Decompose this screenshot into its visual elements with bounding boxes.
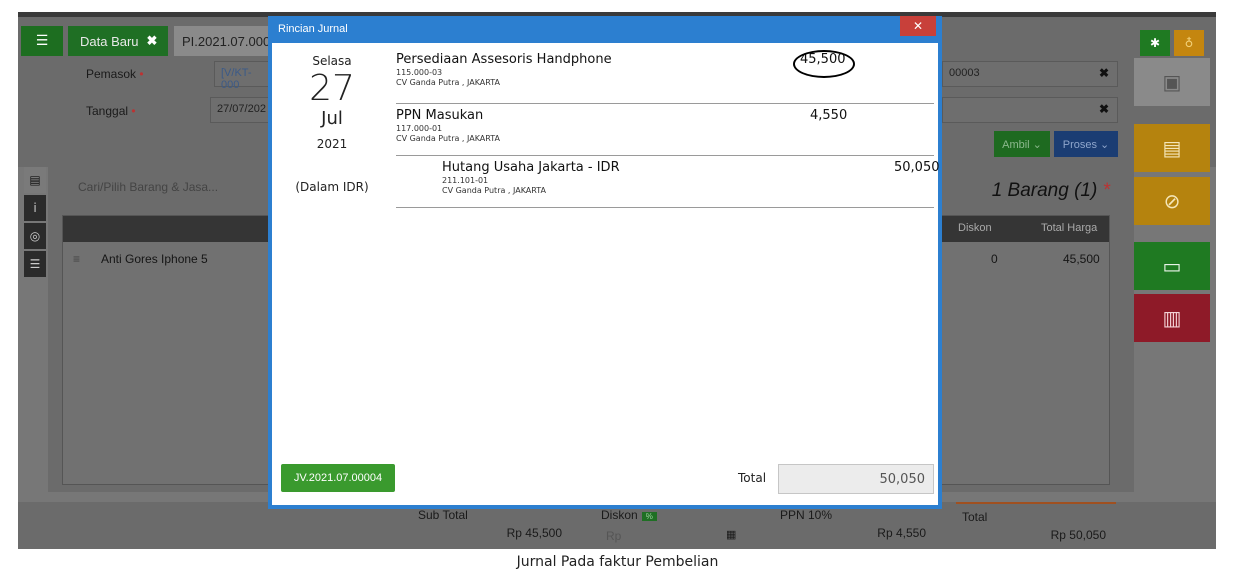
row-total: 45,500 — [1063, 252, 1100, 266]
tab-data-baru-label: Data Baru — [80, 33, 139, 49]
info-icon[interactable]: i — [24, 195, 46, 221]
entry-debit: 4,550 — [810, 108, 848, 123]
total-label: Total — [962, 510, 988, 524]
total-value: Rp 50,050 — [1050, 528, 1106, 542]
app-window: ☰ Data Baru ✖ PI.2021.07.000 ✱ ♁ Pemasok… — [18, 12, 1216, 549]
date-month: Jul — [321, 108, 343, 129]
clear-field-icon[interactable]: ✖ — [1099, 66, 1109, 80]
col-diskon: Diskon — [958, 222, 992, 234]
entry-code: 211.101-01 — [442, 176, 489, 185]
currency-note: (Dalam IDR) — [295, 180, 369, 194]
entry-code: 117.000-01 — [396, 124, 443, 133]
diskon-label: Diskon% — [601, 508, 657, 522]
lightbulb-icon[interactable]: ♁ — [1174, 30, 1204, 56]
ppn-label: PPN 10% — [780, 508, 833, 522]
modal-title: Rincian Jurnal — [278, 23, 348, 35]
journal-date: Selasa 27 Jul 2021 — [272, 54, 392, 151]
entry-credit: 50,050 — [894, 160, 940, 175]
entry-party: CV Ganda Putra , JAKARTA — [442, 186, 546, 195]
side-tab-strip: ▤ i ◎ ☰ — [24, 167, 46, 279]
row-diskon: 0 — [991, 252, 998, 266]
subtotal-label: Sub Total — [418, 508, 468, 522]
row-item-name: Anti Gores Iphone 5 — [101, 252, 208, 266]
print-icon[interactable]: ▤ — [1134, 124, 1210, 172]
tanggal-label: Tanggal • — [86, 104, 136, 118]
right-reference-field[interactable]: 00003 ✖ — [942, 61, 1118, 87]
save-floppy-icon[interactable]: ▣ — [1134, 58, 1210, 106]
pemasok-field[interactable]: [V/KT-000 — [214, 61, 274, 91]
rincian-jurnal-modal: Rincian Jurnal ✕ Selasa 27 Jul 2021 (Dal… — [268, 16, 942, 509]
subtotal-value: Rp 45,500 — [506, 526, 562, 540]
right-secondary-field[interactable]: ✖ — [942, 97, 1118, 123]
total-column: Total Rp 50,050 — [956, 502, 1116, 549]
tab-close-icon[interactable]: ✖ — [147, 33, 158, 49]
figure-caption: Jurnal Pada faktur Pembelian — [516, 554, 719, 570]
clear-field-icon[interactable]: ✖ — [1099, 102, 1109, 116]
detail-list-icon[interactable]: ▤ — [24, 167, 46, 193]
briefcase-icon[interactable]: ▭ — [1134, 242, 1210, 290]
tab-document-label: PI.2021.07.000 — [182, 33, 271, 49]
journal-entry: Hutang Usaha Jakarta - IDR 211.101-01 CV… — [396, 156, 940, 208]
checklist-icon[interactable]: ☰ — [24, 251, 46, 277]
entry-account: PPN Masukan — [396, 108, 484, 123]
tab-data-baru[interactable]: Data Baru ✖ — [68, 26, 168, 56]
date-day-name: Selasa — [312, 54, 352, 68]
diskon-percent-badge[interactable]: % — [641, 512, 657, 521]
menu-list-icon[interactable]: ☰ — [21, 26, 63, 56]
entry-account: Hutang Usaha Jakarta - IDR — [442, 160, 620, 175]
summary-footer: Sub Total Rp 45,500 Diskon% Rp ▦ PPN 10%… — [18, 502, 1216, 549]
tab-document[interactable]: PI.2021.07.000 — [174, 26, 274, 56]
item-count: 1 Barang (1) * — [991, 180, 1110, 201]
pemasok-label: Pemasok • — [86, 67, 144, 81]
diskon-input[interactable]: Rp — [606, 529, 621, 543]
calculator-icon[interactable]: ▦ — [726, 528, 736, 541]
modal-total-label: Total — [738, 471, 767, 485]
entry-party: CV Ganda Putra , JAKARTA — [396, 134, 500, 143]
modal-close-icon[interactable]: ✕ — [900, 16, 936, 36]
modal-total-field: 50,050 — [778, 464, 934, 494]
coins-icon[interactable]: ◎ — [24, 223, 46, 249]
journal-voucher-button[interactable]: JV.2021.07.00004 — [281, 464, 395, 492]
ambil-button[interactable]: Ambil ⌄ — [994, 131, 1050, 157]
ppn-value: Rp 4,550 — [877, 526, 926, 540]
proses-button[interactable]: Proses ⌄ — [1054, 131, 1118, 157]
tanggal-field[interactable]: 27/07/202 — [210, 97, 274, 123]
col-total-harga: Total Harga — [1041, 222, 1098, 234]
item-search-input[interactable]: Cari/Pilih Barang & Jasa... — [78, 172, 298, 202]
date-day-number: 27 — [309, 68, 355, 109]
modal-titlebar[interactable]: Rincian Jurnal ✕ — [268, 16, 942, 43]
journal-entry: PPN Masukan 117.000-01 CV Ganda Putra , … — [396, 104, 934, 156]
entry-party: CV Ganda Putra , JAKARTA — [396, 78, 500, 87]
trash-icon[interactable]: ▥ — [1134, 294, 1210, 342]
highlight-circle — [793, 50, 855, 78]
attachment-icon[interactable]: ⊘ — [1134, 177, 1210, 225]
entry-code: 115.000-03 — [396, 68, 443, 77]
date-year: 2021 — [316, 137, 348, 151]
drag-handle-icon[interactable]: ≡ — [73, 252, 80, 266]
settings-gear-icon[interactable]: ✱ — [1140, 30, 1170, 56]
